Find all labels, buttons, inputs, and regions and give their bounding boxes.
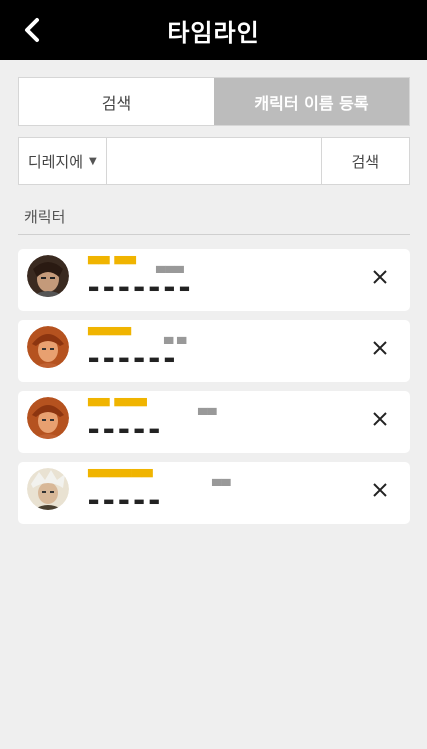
section-title: 캐릭터	[24, 208, 66, 226]
character-card[interactable]: ▀▀ ▀▀▀ ▄▄ ▬ ▬ ▬ ▬ ▬	[18, 391, 410, 453]
character-level: ▄▄	[212, 472, 231, 486]
section-divider	[18, 234, 410, 235]
character-level: ▄ ▄	[164, 330, 187, 344]
character-name: ▀▀ ▀▀▀	[88, 399, 147, 415]
character-avatar	[27, 326, 69, 368]
remove-button[interactable]	[370, 480, 390, 500]
close-icon	[373, 483, 387, 497]
character-card[interactable]: ▀▀▀▀ ▄ ▄ ▬ ▬ ▬ ▬ ▬ ▬	[18, 320, 410, 382]
character-card[interactable]: ▀▀ ▀▀ ▄▄▄ ▬ ▬ ▬ ▬ ▬ ▬ ▬	[18, 249, 410, 311]
tab-register-character[interactable]: 캐릭터 이름 등록	[214, 78, 409, 125]
close-icon	[373, 341, 387, 355]
chevron-left-icon	[25, 18, 39, 42]
character-card[interactable]: ▀▀▀▀▀▀ ▄▄ ▬ ▬ ▬ ▬ ▬	[18, 462, 410, 524]
close-icon	[373, 412, 387, 426]
character-avatar	[27, 468, 69, 510]
app-header: 타임라인	[0, 0, 427, 60]
search-button[interactable]: 검색	[320, 138, 409, 184]
remove-button[interactable]	[370, 338, 390, 358]
server-select-value: 디레지에	[27, 152, 84, 171]
character-name: ▀▀▀▀	[88, 328, 132, 344]
search-bar: 디레지에 ▼ 검색	[18, 137, 410, 185]
character-level: ▄▄▄	[156, 259, 184, 273]
page-title: 타임라인	[167, 18, 260, 47]
character-name-input[interactable]	[106, 138, 321, 184]
tab-bar: 검색 캐릭터 이름 등록	[18, 77, 410, 126]
character-meta: ▬ ▬ ▬ ▬ ▬ ▬ ▬	[88, 281, 191, 295]
character-level: ▄▄	[198, 401, 217, 415]
character-meta: ▬ ▬ ▬ ▬ ▬	[88, 494, 160, 508]
server-select[interactable]: 디레지에 ▼	[19, 138, 107, 184]
character-avatar	[27, 397, 69, 439]
remove-button[interactable]	[370, 267, 390, 287]
tab-search[interactable]: 검색	[19, 78, 214, 125]
character-name: ▀▀ ▀▀	[88, 257, 136, 273]
caret-down-icon: ▼	[89, 155, 97, 167]
character-meta: ▬ ▬ ▬ ▬ ▬ ▬	[88, 352, 176, 366]
character-name: ▀▀▀▀▀▀	[88, 470, 153, 486]
character-avatar	[27, 255, 69, 297]
character-meta: ▬ ▬ ▬ ▬ ▬	[88, 423, 160, 437]
character-list: ▀▀ ▀▀ ▄▄▄ ▬ ▬ ▬ ▬ ▬ ▬ ▬ ▀▀▀▀ ▄ ▄ ▬ ▬ ▬ ▬…	[18, 249, 410, 533]
back-button[interactable]	[14, 12, 50, 48]
remove-button[interactable]	[370, 409, 390, 429]
close-icon	[373, 270, 387, 284]
